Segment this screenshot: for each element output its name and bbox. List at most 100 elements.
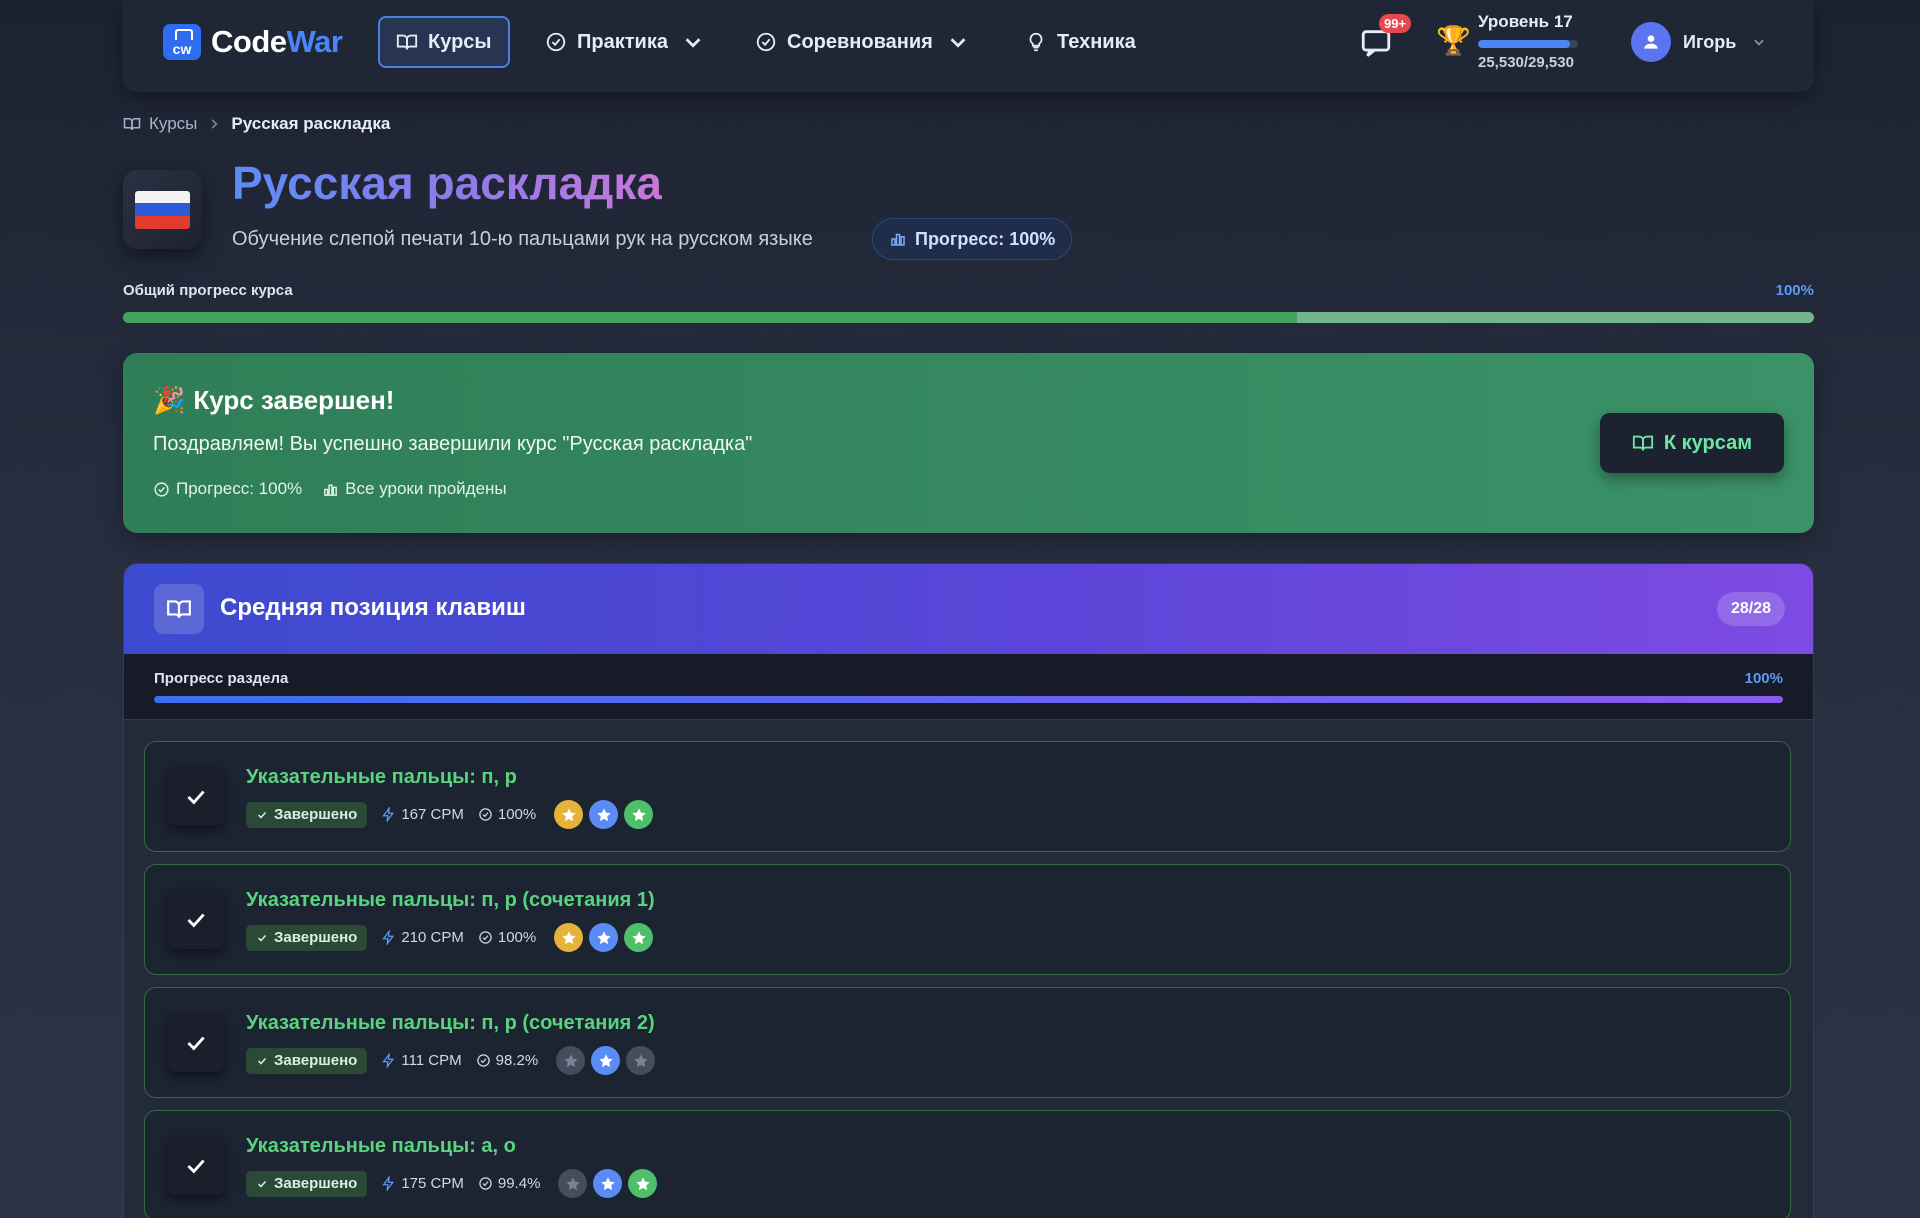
complete-title: 🎉 Курс завершен! [153,385,395,415]
nav-practice[interactable]: Практика [529,16,720,68]
nav-courses[interactable]: Курсы [378,16,510,68]
complete-progress: Прогресс: 100% [153,479,302,499]
star-icon [626,1046,656,1075]
checkmark-icon [187,913,205,928]
logo-icon: cw [163,24,201,60]
user-menu[interactable]: Игорь [1631,22,1766,62]
user-name: Игорь [1683,31,1737,52]
lesson-item[interactable]: Указательные пальцы: а, о Завершено 175 … [144,1110,1791,1218]
lesson-speed: 175 CPM [381,1175,464,1192]
page-title: Русская раскладка [232,157,662,209]
chevron-down-icon [685,38,701,48]
lesson-stars [556,1046,656,1075]
logo[interactable]: cw CodeWar [163,24,343,60]
lesson-meta: Завершено 210 CPM 100% [246,923,654,952]
notification-badge: 99+ [1379,14,1412,33]
course-flag [123,170,202,249]
lesson-accuracy: 100% [478,929,536,946]
lesson-item[interactable]: Указательные пальцы: п, р (сочетания 2) … [144,987,1791,1098]
check-circle-icon [476,1054,490,1067]
lesson-accuracy: 100% [478,806,536,823]
section-card: Средняя позиция клавиш 28/28 Прогресс ра… [123,563,1814,1218]
lesson-check [167,1137,225,1195]
section-icon [154,584,204,634]
level-xp: 25,530/29,530 [1478,54,1574,71]
lightning-icon [382,1176,395,1191]
lesson-stars [558,1169,658,1198]
lesson-title: Указательные пальцы: п, р [246,766,517,788]
lesson-speed: 167 CPM [381,806,464,823]
bar-chart-icon [324,484,338,496]
breadcrumb: Курсы Русская раскладка [123,114,390,134]
logo-text: CodeWar [211,24,343,59]
lesson-title: Указательные пальцы: а, о [246,1135,516,1157]
section-count-badge: 28/28 [1716,592,1785,626]
lesson-item[interactable]: Указательные пальцы: п, р Завершено 167 … [144,741,1791,852]
section-progress-bar [154,696,1783,703]
status-badge: Завершено [246,801,368,828]
lightning-icon [382,1053,395,1068]
lesson-accuracy: 98.2% [476,1052,538,1069]
nav-technique[interactable]: Техника [1009,16,1152,68]
star-icon [558,1169,588,1198]
lesson-list: Указательные пальцы: п, р Завершено 167 … [144,741,1791,1218]
level-progress-fill [1478,40,1570,48]
book-icon [167,600,191,618]
star-icon [589,800,619,829]
avatar [1631,22,1671,62]
navbar: cw CodeWar Курсы Практика Соревнования Т… [123,0,1814,92]
lesson-check [167,891,225,949]
nav-competitions[interactable]: Соревнования [739,16,985,68]
progress-pill: Прогресс: 100% [872,218,1073,260]
lesson-item[interactable]: Указательные пальцы: п, р (сочетания 1) … [144,864,1791,975]
user-icon [1644,35,1658,49]
checkmark-icon [257,1180,267,1188]
chevron-down-icon [950,38,966,48]
overall-progress-fill [123,312,1297,323]
breadcrumb-current: Русская раскладка [231,114,391,133]
book-icon [1632,435,1653,451]
book-icon [123,118,141,131]
check-circle-icon [479,808,492,821]
star-icon [624,800,654,829]
breadcrumb-courses[interactable]: Курсы [123,114,197,134]
lesson-title: Указательные пальцы: п, р (сочетания 1) [246,889,655,911]
overall-progress-label: Общий прогресс курса [123,282,293,299]
lesson-meta: Завершено 167 CPM 100% [246,800,654,829]
to-courses-button[interactable]: К курсам [1599,413,1784,473]
star-icon [624,923,654,952]
status-badge: Завершено [246,1170,368,1197]
star-icon [554,923,584,952]
lesson-stars [554,923,654,952]
checkmark-icon [257,1057,267,1065]
star-icon [589,923,619,952]
complete-meta: Прогресс: 100% Все уроки пройдены [153,479,507,499]
complete-lessons: Все уроки пройдены [322,479,507,499]
checkmark-icon [257,934,267,942]
check-circle-icon [546,32,566,52]
section-progress-label: Прогресс раздела [154,670,289,687]
check-circle-icon [479,931,492,944]
checkmark-icon [187,1159,205,1174]
lightbulb-icon [1029,32,1043,52]
star-icon [556,1046,586,1075]
check-circle-icon [756,32,776,52]
lesson-speed: 210 CPM [381,929,464,946]
section-header[interactable]: Средняя позиция клавиш 28/28 [124,564,1813,654]
overall-progress-bar [123,312,1814,323]
lesson-stars [554,800,654,829]
lesson-accuracy: 99.4% [478,1175,540,1192]
checkmark-icon [187,790,205,805]
level-title: Уровень 17 [1478,12,1573,31]
level-widget[interactable]: Уровень 17 25,530/29,530 [1478,12,1598,71]
check-circle-icon [479,1177,492,1190]
lesson-title: Указательные пальцы: п, р (сочетания 2) [246,1012,655,1034]
lightning-icon [382,930,395,945]
level-progress-bar [1478,40,1578,48]
star-icon [591,1046,621,1075]
lesson-check [167,1014,225,1072]
lesson-meta: Завершено 175 CPM 99.4% [246,1169,658,1198]
complete-message: Поздравляем! Вы успешно завершили курс "… [153,433,753,455]
status-badge: Завершено [246,924,368,951]
page-subtitle: Обучение слепой печати 10-ю пальцами рук… [232,228,813,250]
